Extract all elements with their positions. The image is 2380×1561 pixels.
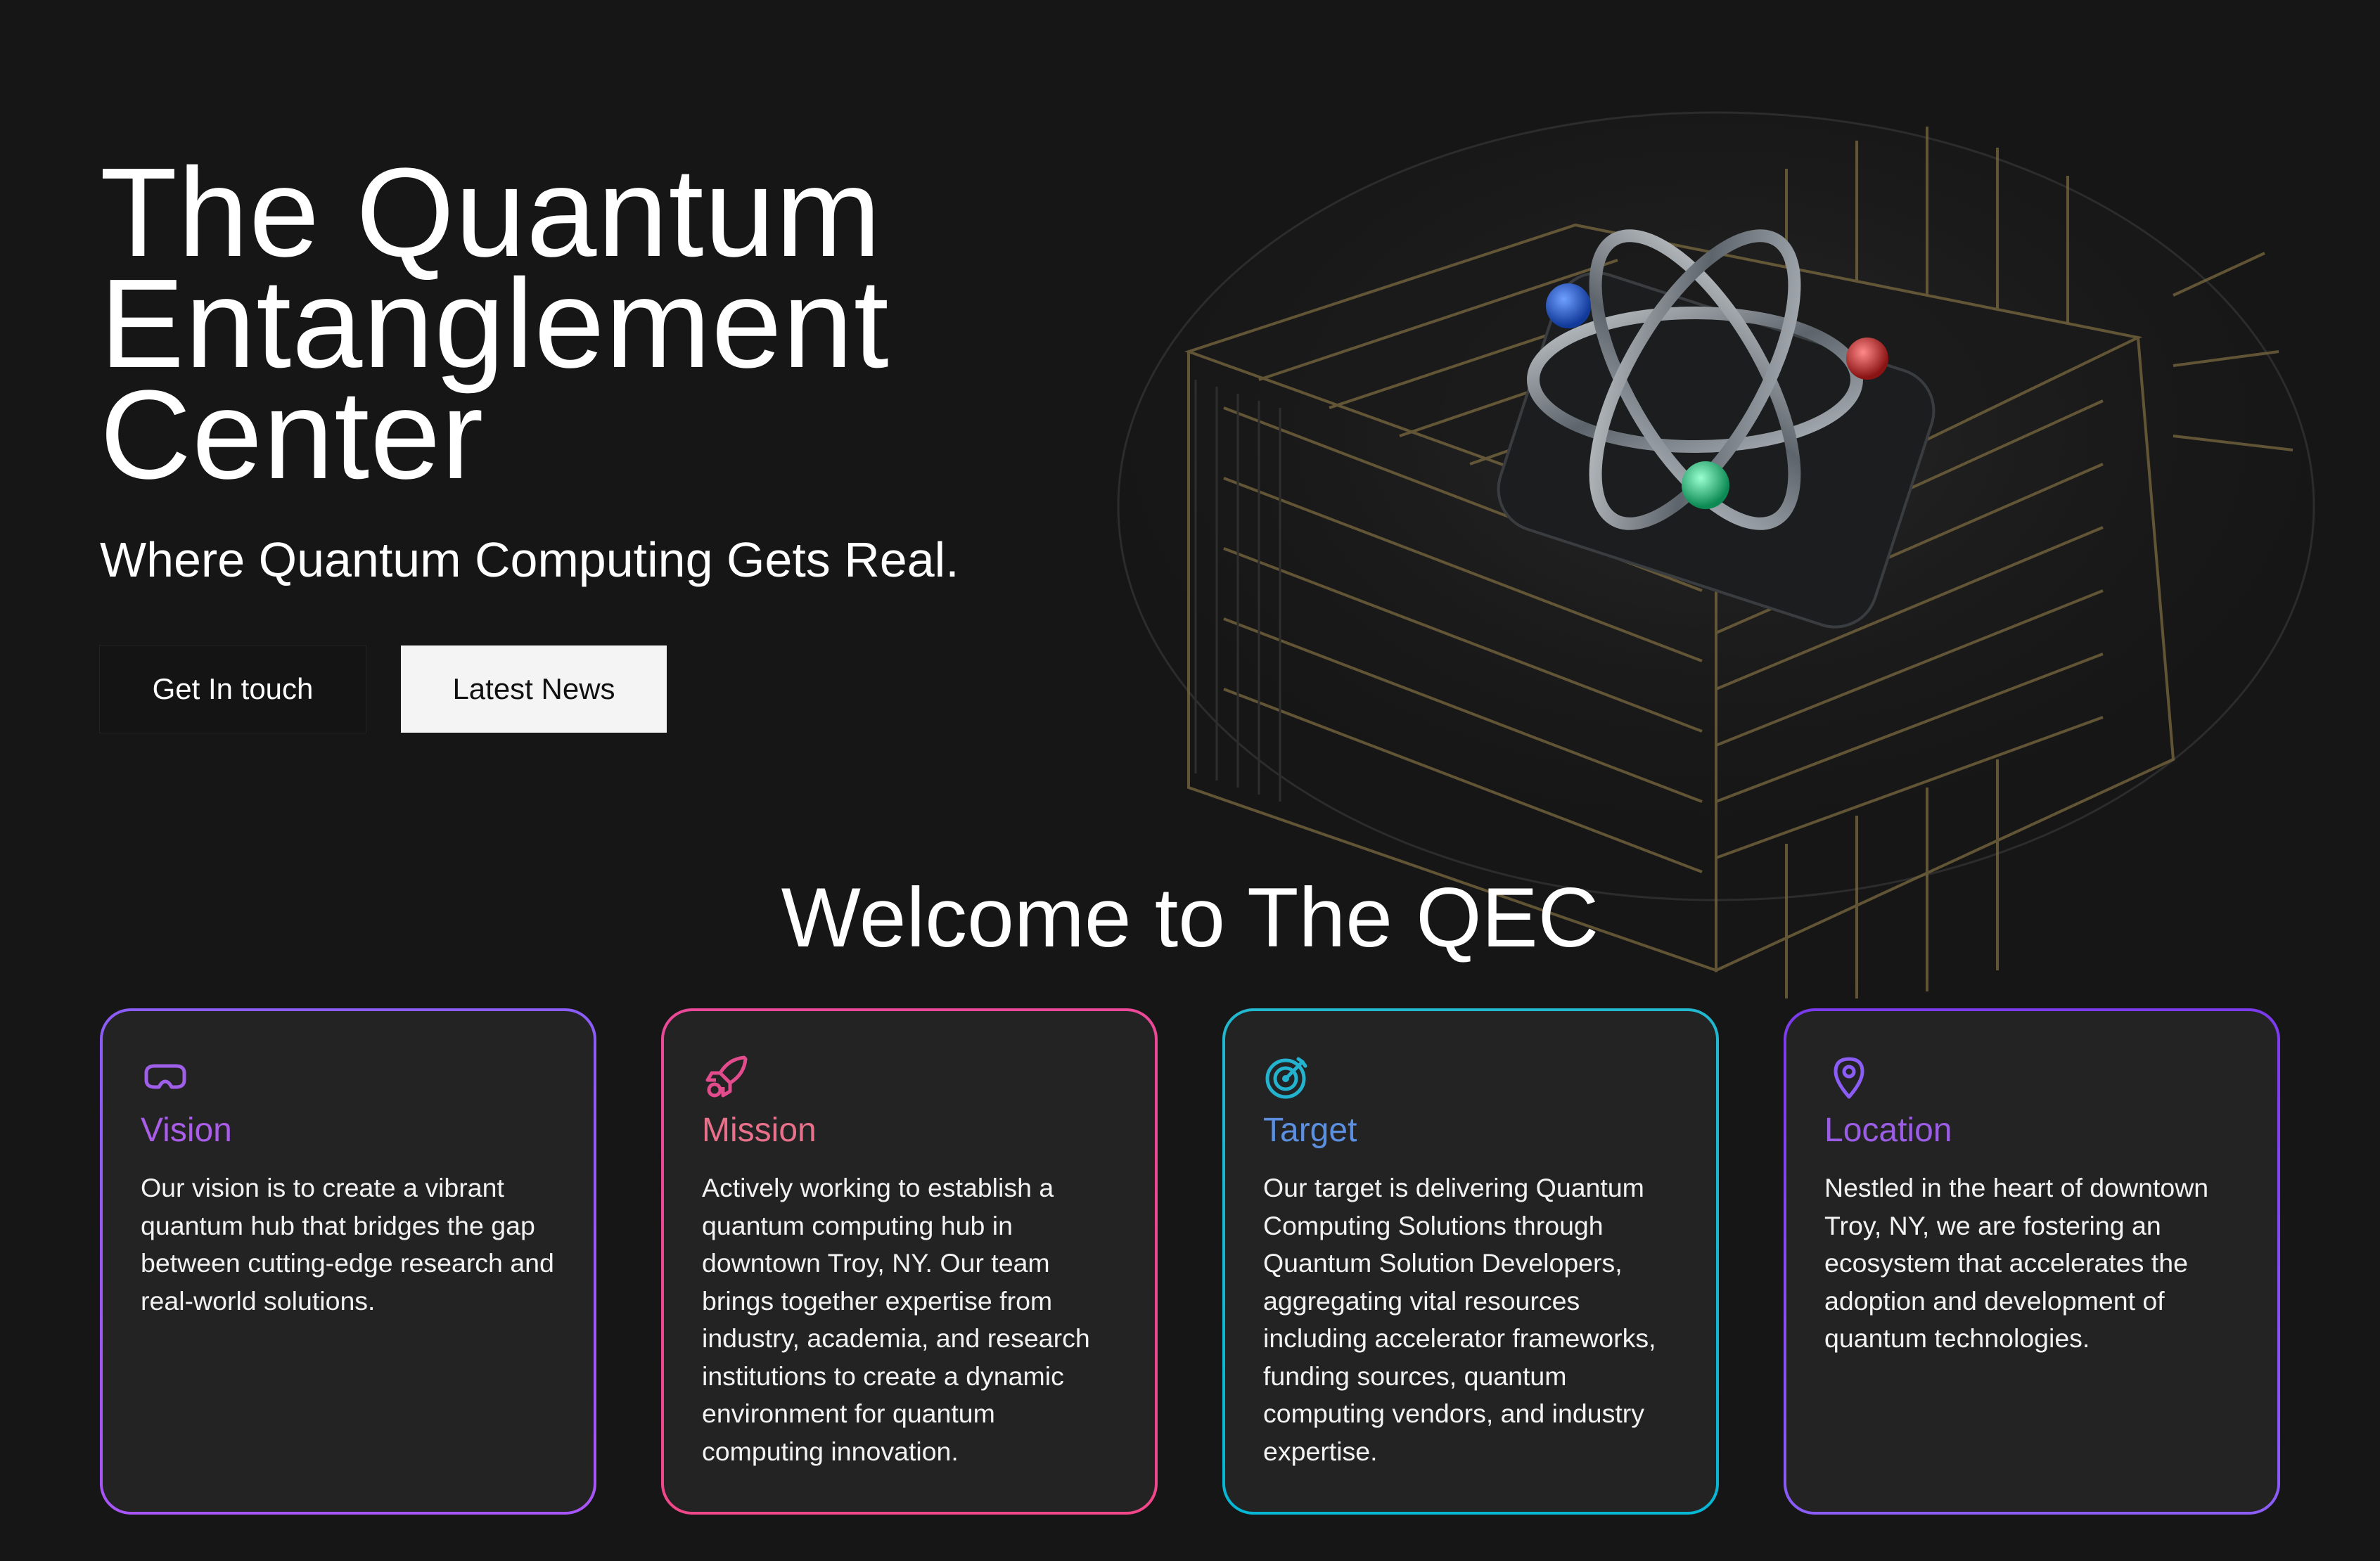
rocket-icon (705, 1055, 748, 1098)
location-card: Location Nestled in the heart of downtow… (1784, 1008, 2280, 1515)
map-pin-icon (1834, 1057, 1864, 1099)
location-card-body: Location Nestled in the heart of downtow… (1786, 1011, 2277, 1512)
target-card: Target Our target is delivering Quantum … (1222, 1008, 1719, 1515)
page-title: The Quantum Entanglement Center (100, 150, 1155, 499)
vision-text: Our vision is to create a vibrant quantu… (141, 1173, 554, 1316)
target-card-body: Target Our target is delivering Quantum … (1225, 1011, 1716, 1512)
vr-headset-icon (144, 1064, 186, 1089)
location-title: Location (1824, 1112, 1952, 1149)
vision-card: Vision Our vision is to create a vibrant… (100, 1008, 596, 1515)
vision-card-body: Vision Our vision is to create a vibrant… (103, 1011, 594, 1512)
location-text: Nestled in the heart of downtown Troy, N… (1824, 1173, 2209, 1353)
hero-subtitle: Where Quantum Computing Gets Real. (100, 532, 959, 587)
mission-card-body: Mission Actively working to establish a … (664, 1011, 1155, 1512)
get-in-touch-button[interactable]: Get In touch (100, 645, 366, 733)
hero-section: The Quantum Entanglement Center Where Qu… (100, 150, 1155, 588)
mission-title: Mission (702, 1112, 817, 1149)
latest-news-button[interactable]: Latest News (401, 645, 667, 733)
target-text: Our target is delivering Quantum Computi… (1263, 1173, 1656, 1466)
target-icon (1265, 1057, 1307, 1099)
title-line-3: Center (100, 364, 485, 506)
info-cards: Vision Our vision is to create a vibrant… (100, 1008, 2280, 1515)
target-title: Target (1263, 1112, 1357, 1149)
hero-buttons: Get In touch Latest News (100, 645, 667, 733)
mission-text: Actively working to establish a quantum … (702, 1173, 1090, 1466)
welcome-heading: Welcome to The QEC (781, 871, 1599, 965)
mission-card: Mission Actively working to establish a … (661, 1008, 1158, 1515)
vision-title: Vision (141, 1112, 232, 1149)
